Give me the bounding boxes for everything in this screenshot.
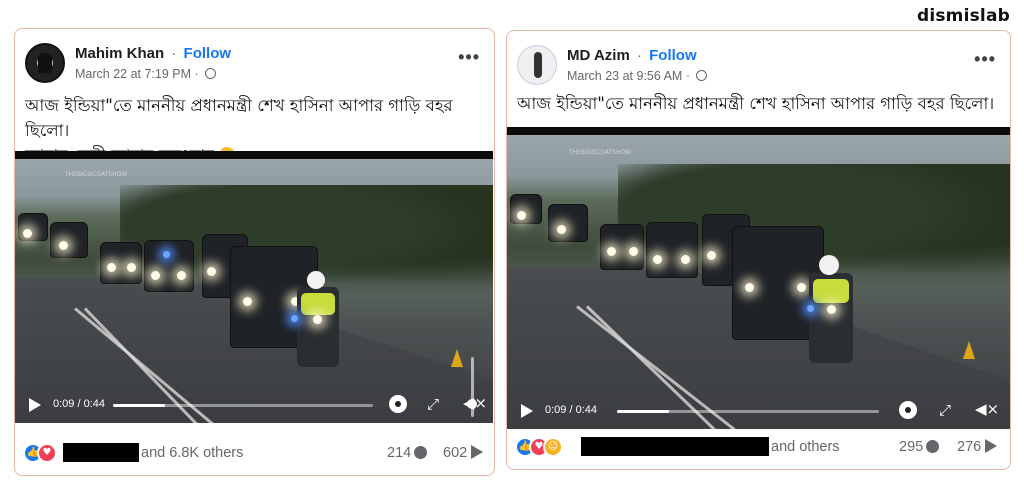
video-time: 0:09 / 0:44 bbox=[53, 398, 105, 410]
post-card: Mahim Khan · Follow March 22 at 7:19 PM … bbox=[14, 28, 495, 476]
globe-icon bbox=[205, 68, 217, 79]
follow-button[interactable]: Follow bbox=[649, 47, 697, 64]
comment-count[interactable]: 295 bbox=[899, 439, 940, 455]
video-player[interactable]: THEBIGGCOATSHOW 0:09 / 0:44 ⤢ ◀× bbox=[507, 127, 1010, 429]
post-card: MD Azim · Follow March 23 at 9:56 AM · •… bbox=[506, 30, 1011, 470]
author-name[interactable]: MD Azim bbox=[567, 47, 630, 64]
separator-dot: · bbox=[171, 45, 177, 62]
redacted-names bbox=[63, 443, 139, 462]
reactions-count[interactable]: and 6.8K others bbox=[141, 445, 243, 461]
share-icon bbox=[985, 439, 998, 453]
haha-reaction-icon: ☺ bbox=[543, 437, 563, 457]
comment-count[interactable]: 214 bbox=[387, 445, 428, 461]
video-controls: 0:09 / 0:44 ⤢ ◀× bbox=[507, 393, 1010, 429]
video-time: 0:09 / 0:44 bbox=[545, 404, 597, 416]
share-icon bbox=[471, 445, 484, 459]
caption-line: আজ ইন্ডিয়া"তে মাননীয় প্রধানমন্ত্রী শেখ… bbox=[25, 96, 453, 140]
video-progress-fill bbox=[113, 404, 165, 407]
video-controls: 0:09 / 0:44 ⤢ ◀× bbox=[15, 387, 493, 423]
expand-icon[interactable]: ⤢ bbox=[939, 401, 951, 419]
post-header: Mahim Khan · Follow March 22 at 7:19 PM … bbox=[15, 29, 494, 87]
comment-icon bbox=[926, 440, 940, 453]
gear-icon[interactable] bbox=[899, 401, 917, 419]
separator-dot: · bbox=[636, 47, 642, 64]
more-options-icon[interactable]: ••• bbox=[458, 47, 480, 68]
author-name[interactable]: Mahim Khan bbox=[75, 45, 164, 62]
brand-logo: dismislab bbox=[916, 6, 1010, 26]
avatar[interactable] bbox=[517, 45, 557, 85]
timestamp[interactable]: March 23 at 9:56 AM bbox=[567, 69, 682, 83]
video-frame: THEBIGGCOATSHOW bbox=[15, 159, 493, 423]
share-count[interactable]: 602 bbox=[443, 445, 484, 461]
expand-icon[interactable]: ⤢ bbox=[427, 395, 439, 413]
love-reaction-icon: ♥ bbox=[37, 443, 57, 463]
post-caption: আজ ইন্ডিয়া"তে মাননীয় প্রধানমন্ত্রী শেখ… bbox=[517, 91, 1007, 116]
video-progress-bar[interactable] bbox=[617, 410, 879, 413]
author-row: Mahim Khan · Follow bbox=[75, 45, 231, 62]
timestamp[interactable]: March 22 at 7:19 PM bbox=[75, 67, 191, 81]
video-progress-bar[interactable] bbox=[113, 404, 373, 407]
separator-dot: · bbox=[685, 69, 690, 83]
follow-button[interactable]: Follow bbox=[184, 45, 232, 62]
avatar[interactable] bbox=[25, 43, 65, 83]
more-options-icon[interactable]: ••• bbox=[974, 49, 996, 70]
video-player[interactable]: THEBIGGCOATSHOW 0:09 / 0:44 ⤢ bbox=[15, 151, 493, 423]
globe-icon bbox=[696, 70, 708, 81]
redacted-names bbox=[581, 437, 769, 456]
video-progress-fill bbox=[617, 410, 670, 413]
share-count[interactable]: 276 bbox=[957, 439, 998, 455]
comment-icon bbox=[414, 446, 428, 459]
video-frame: THEBIGGCOATSHOW bbox=[507, 135, 1010, 429]
post-meta: March 22 at 7:19 PM · bbox=[75, 67, 217, 81]
gear-icon[interactable] bbox=[389, 395, 407, 413]
author-row: MD Azim · Follow bbox=[567, 47, 697, 64]
volume-slider-knob[interactable] bbox=[467, 398, 477, 409]
volume-muted-icon[interactable]: ◀× bbox=[975, 400, 999, 418]
play-icon[interactable] bbox=[29, 398, 41, 412]
caption-line: আজ ইন্ডিয়া"তে মাননীয় প্রধানমন্ত্রী শেখ… bbox=[517, 94, 995, 113]
post-footer: 👍 ♥ ☺ and others 295 276 bbox=[507, 429, 1010, 469]
play-icon[interactable] bbox=[521, 404, 533, 418]
post-header: MD Azim · Follow March 23 at 9:56 AM · •… bbox=[507, 31, 1010, 89]
reactions-count[interactable]: and others bbox=[771, 439, 840, 455]
separator-dot: · bbox=[194, 67, 199, 81]
post-meta: March 23 at 9:56 AM · bbox=[567, 69, 708, 83]
post-footer: 👍 ♥ and 6.8K others 214 602 bbox=[15, 435, 494, 475]
